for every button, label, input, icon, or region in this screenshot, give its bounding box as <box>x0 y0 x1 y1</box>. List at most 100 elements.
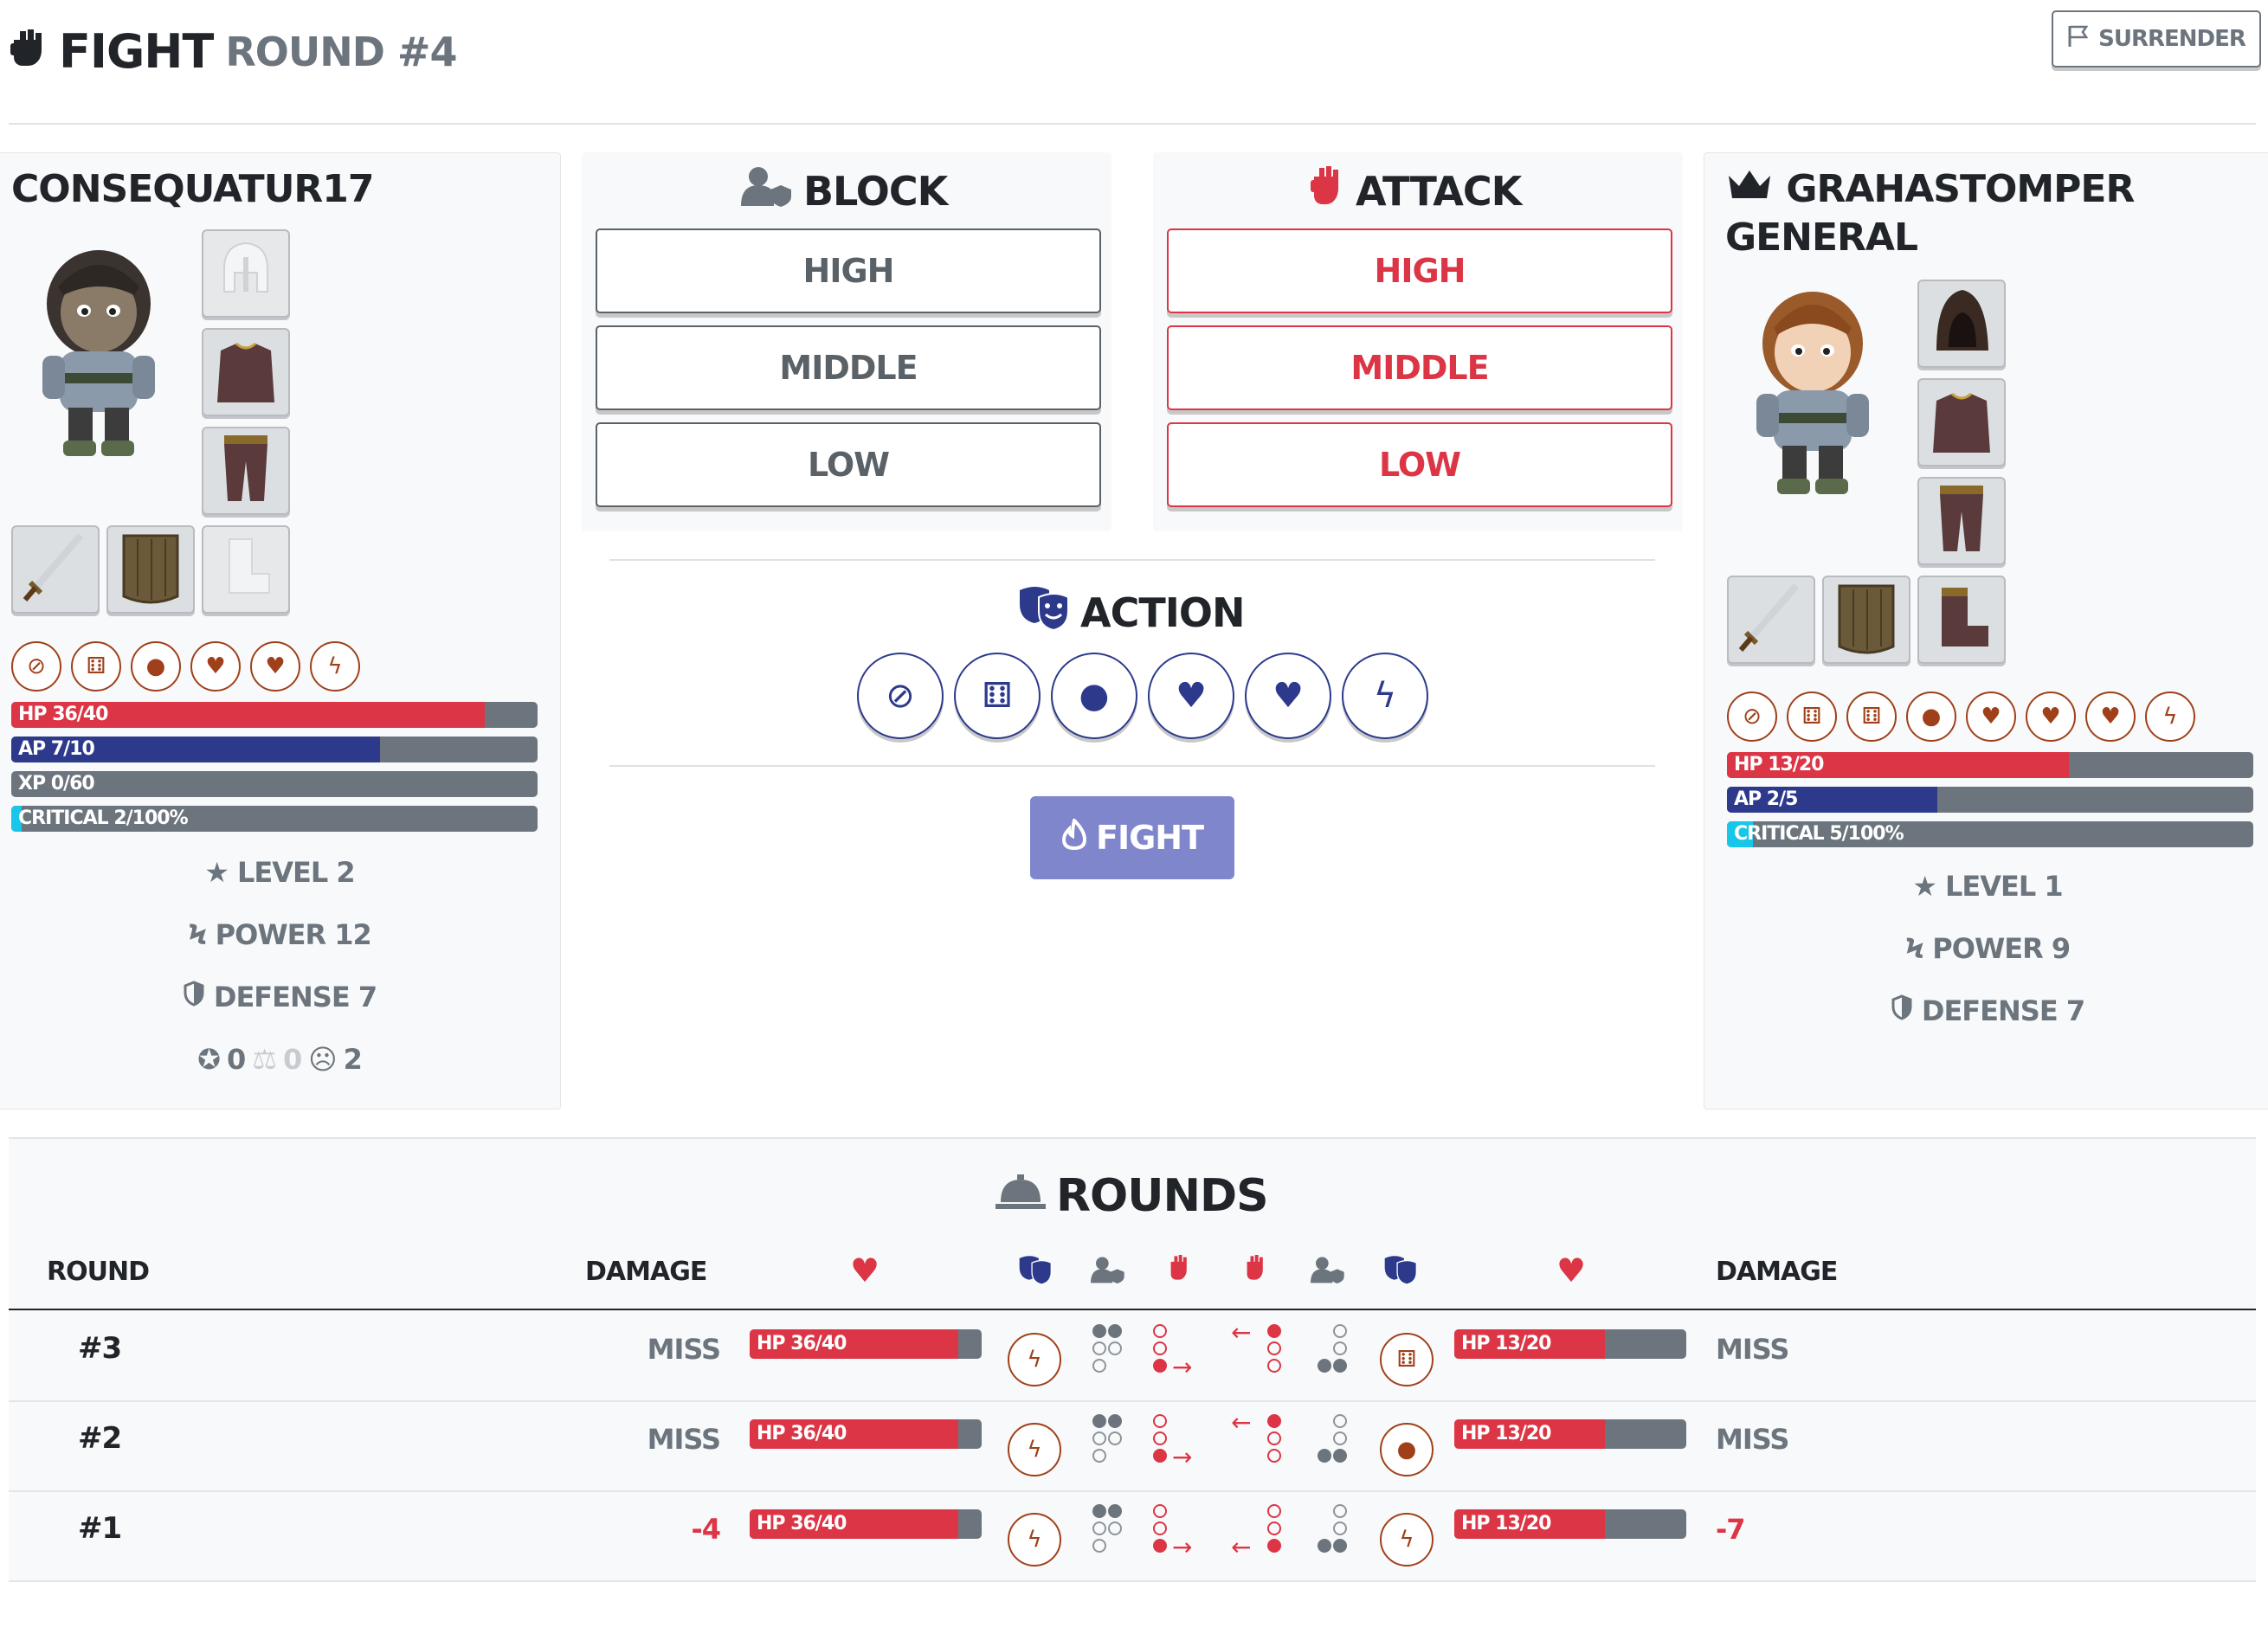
opponent-name-line2: General <box>1725 216 1918 260</box>
opponent-shield-slot[interactable] <box>1822 576 1910 664</box>
opponent-boots-slot[interactable] <box>1917 576 2006 664</box>
legs-slot[interactable] <box>202 427 290 515</box>
indicator-dot <box>1333 1341 1347 1355</box>
rounds-heading: Rounds <box>995 1170 1269 1222</box>
indicator-dot <box>1153 1431 1167 1445</box>
opponent-helmet-slot[interactable] <box>1917 280 2006 368</box>
attack-low-label: Low <box>1378 446 1461 484</box>
action-dice-button[interactable]: ⚅ <box>954 653 1041 739</box>
weapon-slot[interactable] <box>11 525 100 614</box>
rounds-title: Rounds <box>1056 1170 1269 1222</box>
hand-fist-icon <box>1311 164 1345 217</box>
shield-slot[interactable] <box>106 525 195 614</box>
damage-left-header: Damage <box>585 1257 707 1287</box>
indicator-dot <box>1108 1414 1122 1428</box>
heart-icon: ♥ <box>2026 692 2076 742</box>
dice-icon: ⚅ <box>71 641 121 692</box>
table-row: #2 Miss HP 36/40 ϟ → ← ● HP 13/20 Miss <box>9 1400 2256 1492</box>
ban-icon: ⊘ <box>11 641 61 692</box>
player-defense: Defense 7 <box>0 981 560 1013</box>
indicator-dot <box>1108 1431 1122 1445</box>
damage-left: Miss <box>647 1423 721 1456</box>
hp-right-bar: HP 13/20 <box>1454 1419 1686 1449</box>
ban-icon: ⊘ <box>886 676 915 716</box>
indicator-dot <box>1267 1359 1281 1373</box>
indicator-dot <box>1333 1449 1347 1463</box>
indicator-dot <box>1108 1521 1122 1535</box>
action-divider-bottom <box>609 765 1655 767</box>
heart-crack-icon: ♥ <box>1176 676 1207 716</box>
opponent-ap-bar: AP 2/5 <box>1727 787 2253 813</box>
attack-high-label: High <box>1374 252 1466 290</box>
indicator-dot <box>1333 1431 1347 1445</box>
hp-left-label: HP 36/40 <box>757 1333 847 1354</box>
indicator-dot <box>1092 1324 1106 1338</box>
arrow-left-icon: ← <box>1231 1533 1252 1561</box>
dice-icon: ⚅ <box>1846 692 1897 742</box>
attack-high-button[interactable]: High <box>1167 228 1672 313</box>
action-bolt-button[interactable]: ϟ <box>1342 653 1428 739</box>
hp-right-label: HP 13/20 <box>1461 1423 1551 1444</box>
dice-icon: ⚅ <box>982 676 1013 716</box>
player-level: ★ Level 2 <box>0 856 560 889</box>
arrow-right-icon: → <box>1172 1353 1193 1381</box>
indicator-dot <box>1092 1539 1106 1553</box>
opponent-level-text: Level 1 <box>1945 870 2064 903</box>
opponent-critical-bar: Critical 5/100% <box>1727 821 2253 847</box>
top-bar: Fight round #4 Surrender <box>0 0 2268 125</box>
block-low-button[interactable]: Low <box>596 422 1101 507</box>
action-heart-crack-button[interactable]: ♥ <box>1148 653 1234 739</box>
indicator-dot <box>1333 1521 1347 1535</box>
indicator-dot <box>1092 1359 1106 1373</box>
masks-theater-icon <box>1383 1255 1418 1291</box>
indicator-dot <box>1153 1539 1167 1553</box>
fight-button[interactable]: Fight <box>1030 796 1234 879</box>
player-power: ϟ Power 12 <box>0 918 560 951</box>
helmet-slot[interactable] <box>202 229 290 318</box>
masks-theater-icon <box>1018 1255 1053 1291</box>
bell-concierge-icon <box>995 1170 1046 1222</box>
crown-icon <box>1725 167 1786 211</box>
attack-low-button[interactable]: Low <box>1167 422 1672 507</box>
bolt-icon: ϟ <box>310 641 360 692</box>
round-number: #2 <box>78 1421 122 1456</box>
indicator-dot <box>1267 1449 1281 1463</box>
heart-crack-icon: ♥ <box>1966 692 2016 742</box>
opponent-skills: ⊘ ⚅ ⚅ ● ♥ ♥ ♥ ϟ <box>1727 692 2195 742</box>
fight-title: Fight <box>59 24 214 79</box>
opponent-power: ϟ Power 9 <box>1704 932 2268 965</box>
opponent-chest-slot[interactable] <box>1917 378 2006 466</box>
arrow-right-icon: → <box>1172 1533 1193 1561</box>
hp-left-label: HP 36/40 <box>757 1423 847 1444</box>
player-critical-bar: Critical 2/100% <box>11 806 538 832</box>
action-bomb-button[interactable]: ● <box>1051 653 1137 739</box>
damage-right: Miss <box>1716 1423 1789 1456</box>
block-high-button[interactable]: High <box>596 228 1101 313</box>
chest-armor-slot[interactable] <box>202 328 290 416</box>
surrender-button[interactable]: Surrender <box>2052 10 2261 68</box>
dice-icon: ⚅ <box>1787 692 1837 742</box>
opponent-critical-label: Critical 5/100% <box>1734 823 1904 845</box>
block-middle-button[interactable]: Middle <box>596 325 1101 410</box>
header-divider <box>9 123 2256 125</box>
player-panel: Consequatur17 <box>0 152 561 1110</box>
block-high-label: High <box>802 252 895 290</box>
action-ban-button[interactable]: ⊘ <box>857 653 944 739</box>
opponent-legs-slot[interactable] <box>1917 477 2006 565</box>
damage-left: Miss <box>647 1333 721 1366</box>
player-ap-bar: AP 7/10 <box>11 737 538 762</box>
opponent-name: Grahastomper General <box>1725 165 2135 262</box>
star-icon: ★ <box>1912 870 1937 903</box>
indicator-dot <box>1092 1504 1106 1518</box>
fire-icon <box>1061 816 1087 858</box>
hp-left-bar: HP 36/40 <box>750 1419 982 1449</box>
block-title: Block <box>803 167 948 215</box>
boots-slot[interactable] <box>202 525 290 614</box>
indicator-dot <box>1267 1414 1281 1428</box>
attack-middle-button[interactable]: Middle <box>1167 325 1672 410</box>
opponent-weapon-slot[interactable] <box>1727 576 1815 664</box>
indicator-dot <box>1108 1341 1122 1355</box>
page-title: Fight round #4 <box>9 24 457 79</box>
action-heart-button[interactable]: ♥ <box>1245 653 1331 739</box>
arrow-left-icon: ← <box>1231 1318 1252 1347</box>
